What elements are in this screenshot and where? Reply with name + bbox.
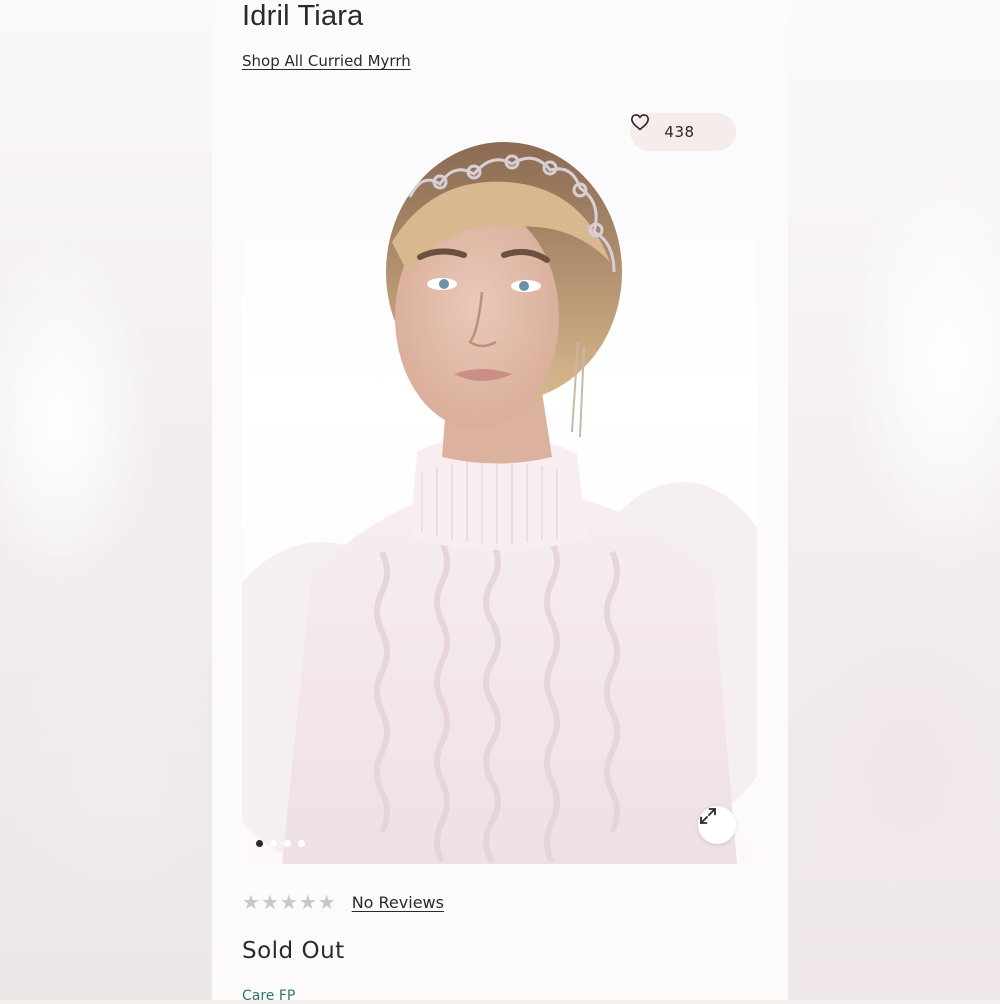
product-panel: Idril Tiara Shop All Curried Myrrh 438 ★… xyxy=(212,0,788,1004)
shop-all-link[interactable]: Shop All Curried Myrrh xyxy=(242,52,411,70)
star-rating: ★ ★ ★ ★ ★ xyxy=(242,892,336,912)
star-icon: ★ xyxy=(317,890,336,914)
star-icon: ★ xyxy=(242,890,260,914)
like-count: 438 xyxy=(664,123,695,141)
care-link[interactable]: Care FP xyxy=(242,988,295,1004)
like-button[interactable]: 438 xyxy=(630,113,736,151)
gallery-dot-3[interactable] xyxy=(284,840,291,847)
expand-image-button[interactable] xyxy=(698,806,736,844)
reviews-link[interactable]: No Reviews xyxy=(352,893,444,912)
product-image-gallery[interactable]: 438 xyxy=(242,92,757,864)
background-blur-left xyxy=(0,0,212,1000)
background-blur-right xyxy=(788,0,1000,1000)
gallery-dot-1[interactable] xyxy=(256,840,263,847)
gallery-dot-2[interactable] xyxy=(270,840,277,847)
rating-row: ★ ★ ★ ★ ★ No Reviews xyxy=(242,892,444,912)
gallery-dot-4[interactable] xyxy=(298,840,305,847)
star-icon: ★ xyxy=(260,890,279,914)
product-photo xyxy=(242,142,757,864)
star-icon: ★ xyxy=(279,890,298,914)
product-title: Idril Tiara xyxy=(242,0,364,32)
availability-status: Sold Out xyxy=(242,938,345,964)
gallery-pagination xyxy=(256,840,305,847)
star-icon: ★ xyxy=(298,890,317,914)
